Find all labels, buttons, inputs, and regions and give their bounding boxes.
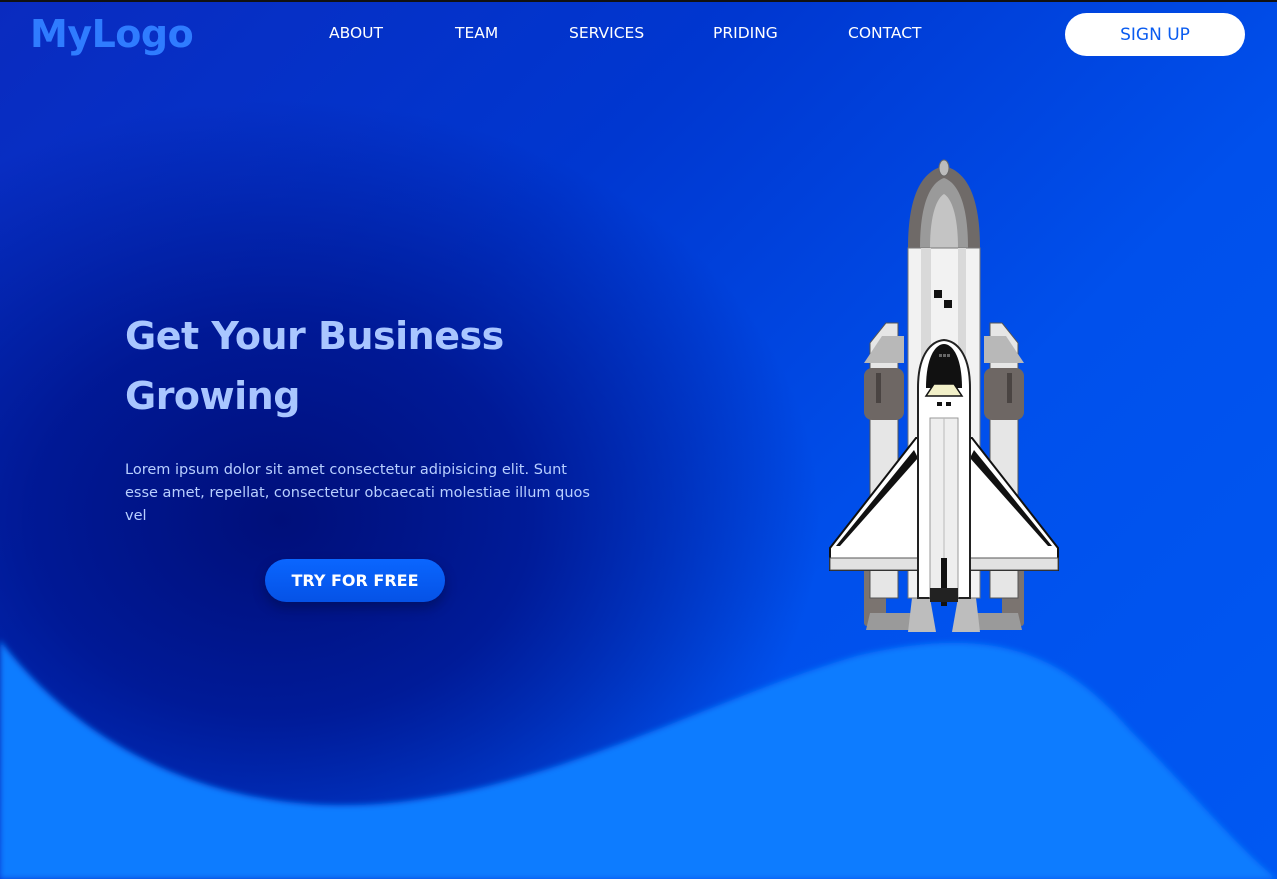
nav-item-priding[interactable]: PRIDING [713,24,778,42]
top-navbar: MyLogo ABOUT TEAM SERVICES PRIDING CONTA… [0,0,1277,70]
space-shuttle-icon [829,159,1059,632]
orbiter-body [917,338,971,606]
hero-title: Get Your Business Growing [125,314,504,418]
nav-item-team[interactable]: TEAM [455,24,498,42]
sign-up-button[interactable]: SIGN UP [1065,13,1245,56]
hero-description: Lorem ipsum dolor sit amet consectetur a… [125,462,590,524]
try-for-free-button[interactable]: TRY FOR FREE [265,559,445,602]
nav-item-services[interactable]: SERVICES [569,24,644,42]
nav-item-contact[interactable]: CONTACT [848,24,922,42]
nav-item-about[interactable]: ABOUT [329,24,383,42]
wave-shape [0,640,1277,879]
